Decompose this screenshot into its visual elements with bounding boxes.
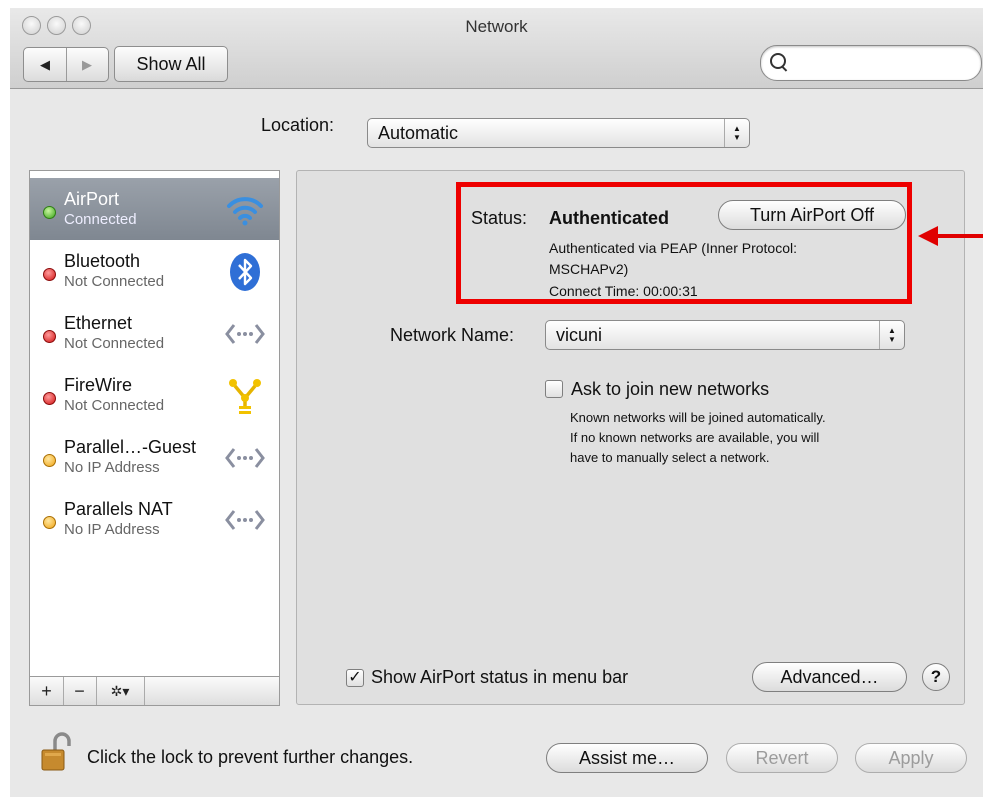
help-icon: ? [930, 667, 942, 686]
service-status: Not Connected [64, 397, 165, 414]
ask-join-checkbox[interactable] [545, 380, 563, 398]
ask-join-help-1: Known networks will be joined automatica… [570, 410, 826, 425]
lock-message: Click the lock to prevent further change… [87, 747, 414, 767]
apply-button[interactable]: Apply [855, 743, 967, 773]
service-list: AirPort Connected Bluetooth Not Connecte… [29, 170, 280, 705]
show-all-button[interactable]: Show All [114, 46, 228, 82]
firewire-icon [224, 376, 266, 416]
network-name-value: vicuni [556, 324, 603, 345]
bluetooth-icon [224, 252, 266, 292]
service-name: Parallel…-Guest [64, 437, 197, 457]
service-name: Ethernet [64, 313, 133, 333]
add-service-button[interactable]: + [30, 677, 64, 705]
minus-icon: − [74, 680, 85, 701]
service-status: Not Connected [64, 335, 165, 352]
search-icon [770, 53, 786, 69]
assist-me-button[interactable]: Assist me… [546, 743, 708, 773]
forward-button[interactable]: ▶ [66, 48, 108, 81]
service-item-parallels-nat[interactable]: Parallels NAT No IP Address [30, 488, 279, 550]
service-item-firewire[interactable]: FireWire Not Connected [30, 364, 279, 426]
gear-icon: ✲▾ [110, 682, 130, 699]
status-dot-icon [43, 268, 56, 281]
service-item-parallels-guest[interactable]: Parallel…-Guest No IP Address [30, 426, 279, 488]
wifi-icon [224, 190, 266, 230]
service-status: Not Connected [64, 273, 165, 290]
status-dot-icon [43, 392, 56, 405]
location-popup[interactable]: Automatic ▲ ▼ [367, 118, 750, 148]
annotation-highlight-box [456, 182, 912, 304]
service-name: Bluetooth [64, 251, 141, 271]
popup-arrows-icon: ▲ ▼ [724, 119, 749, 147]
ask-join-help-3: have to manually select a network. [570, 450, 770, 465]
status-dot-icon [43, 516, 56, 529]
advanced-button[interactable]: Advanced… [752, 662, 907, 692]
service-item-airport[interactable]: AirPort Connected [30, 178, 279, 240]
back-button[interactable]: ◀ [24, 48, 67, 81]
location-value: Automatic [378, 122, 459, 143]
ethernet-icon [224, 438, 266, 478]
service-status: No IP Address [64, 521, 160, 538]
annotation-arrow-line [936, 234, 983, 238]
title-bar: Network ◀ ▶ Show All [10, 8, 983, 89]
help-button[interactable]: ? [922, 663, 950, 691]
network-name-popup[interactable]: vicuni ▲ ▼ [545, 320, 905, 350]
ask-join-label: Ask to join new networks [571, 379, 770, 399]
service-name: FireWire [64, 375, 132, 395]
status-dot-icon [43, 330, 56, 343]
forward-arrow-icon: ▶ [82, 56, 92, 72]
ethernet-icon [224, 314, 266, 354]
service-name: AirPort [64, 189, 120, 209]
service-status: No IP Address [64, 459, 160, 476]
service-item-bluetooth[interactable]: Bluetooth Not Connected [30, 240, 279, 302]
popup-arrows-icon: ▲ ▼ [879, 321, 904, 349]
revert-button[interactable]: Revert [726, 743, 838, 773]
service-list-toolbar: + − ✲▾ [29, 676, 280, 706]
show-status-label: Show AirPort status in menu bar [371, 667, 629, 687]
action-menu-button[interactable]: ✲▾ [96, 677, 145, 705]
annotation-arrow-icon [918, 226, 938, 246]
show-status-checkbox[interactable]: ✓ [346, 669, 364, 687]
service-status: Connected [64, 211, 137, 228]
back-arrow-icon: ◀ [40, 56, 50, 72]
location-label: Location: [261, 115, 335, 135]
ask-join-help-2: If no known networks are available, you … [570, 430, 820, 445]
service-item-ethernet[interactable]: Ethernet Not Connected [30, 302, 279, 364]
lock-icon[interactable] [40, 732, 74, 772]
window-title: Network [465, 17, 528, 36]
checkmark-icon: ✓ [348, 669, 362, 686]
ethernet-icon [224, 500, 266, 540]
search-input[interactable] [760, 45, 982, 81]
status-dot-icon [43, 206, 56, 219]
nav-segmented-control: ◀ ▶ [23, 47, 109, 82]
service-name: Parallels NAT [64, 499, 173, 519]
remove-service-button[interactable]: − [63, 677, 97, 705]
network-name-label: Network Name: [390, 325, 515, 345]
plus-icon: + [41, 680, 52, 701]
status-dot-icon [43, 454, 56, 467]
